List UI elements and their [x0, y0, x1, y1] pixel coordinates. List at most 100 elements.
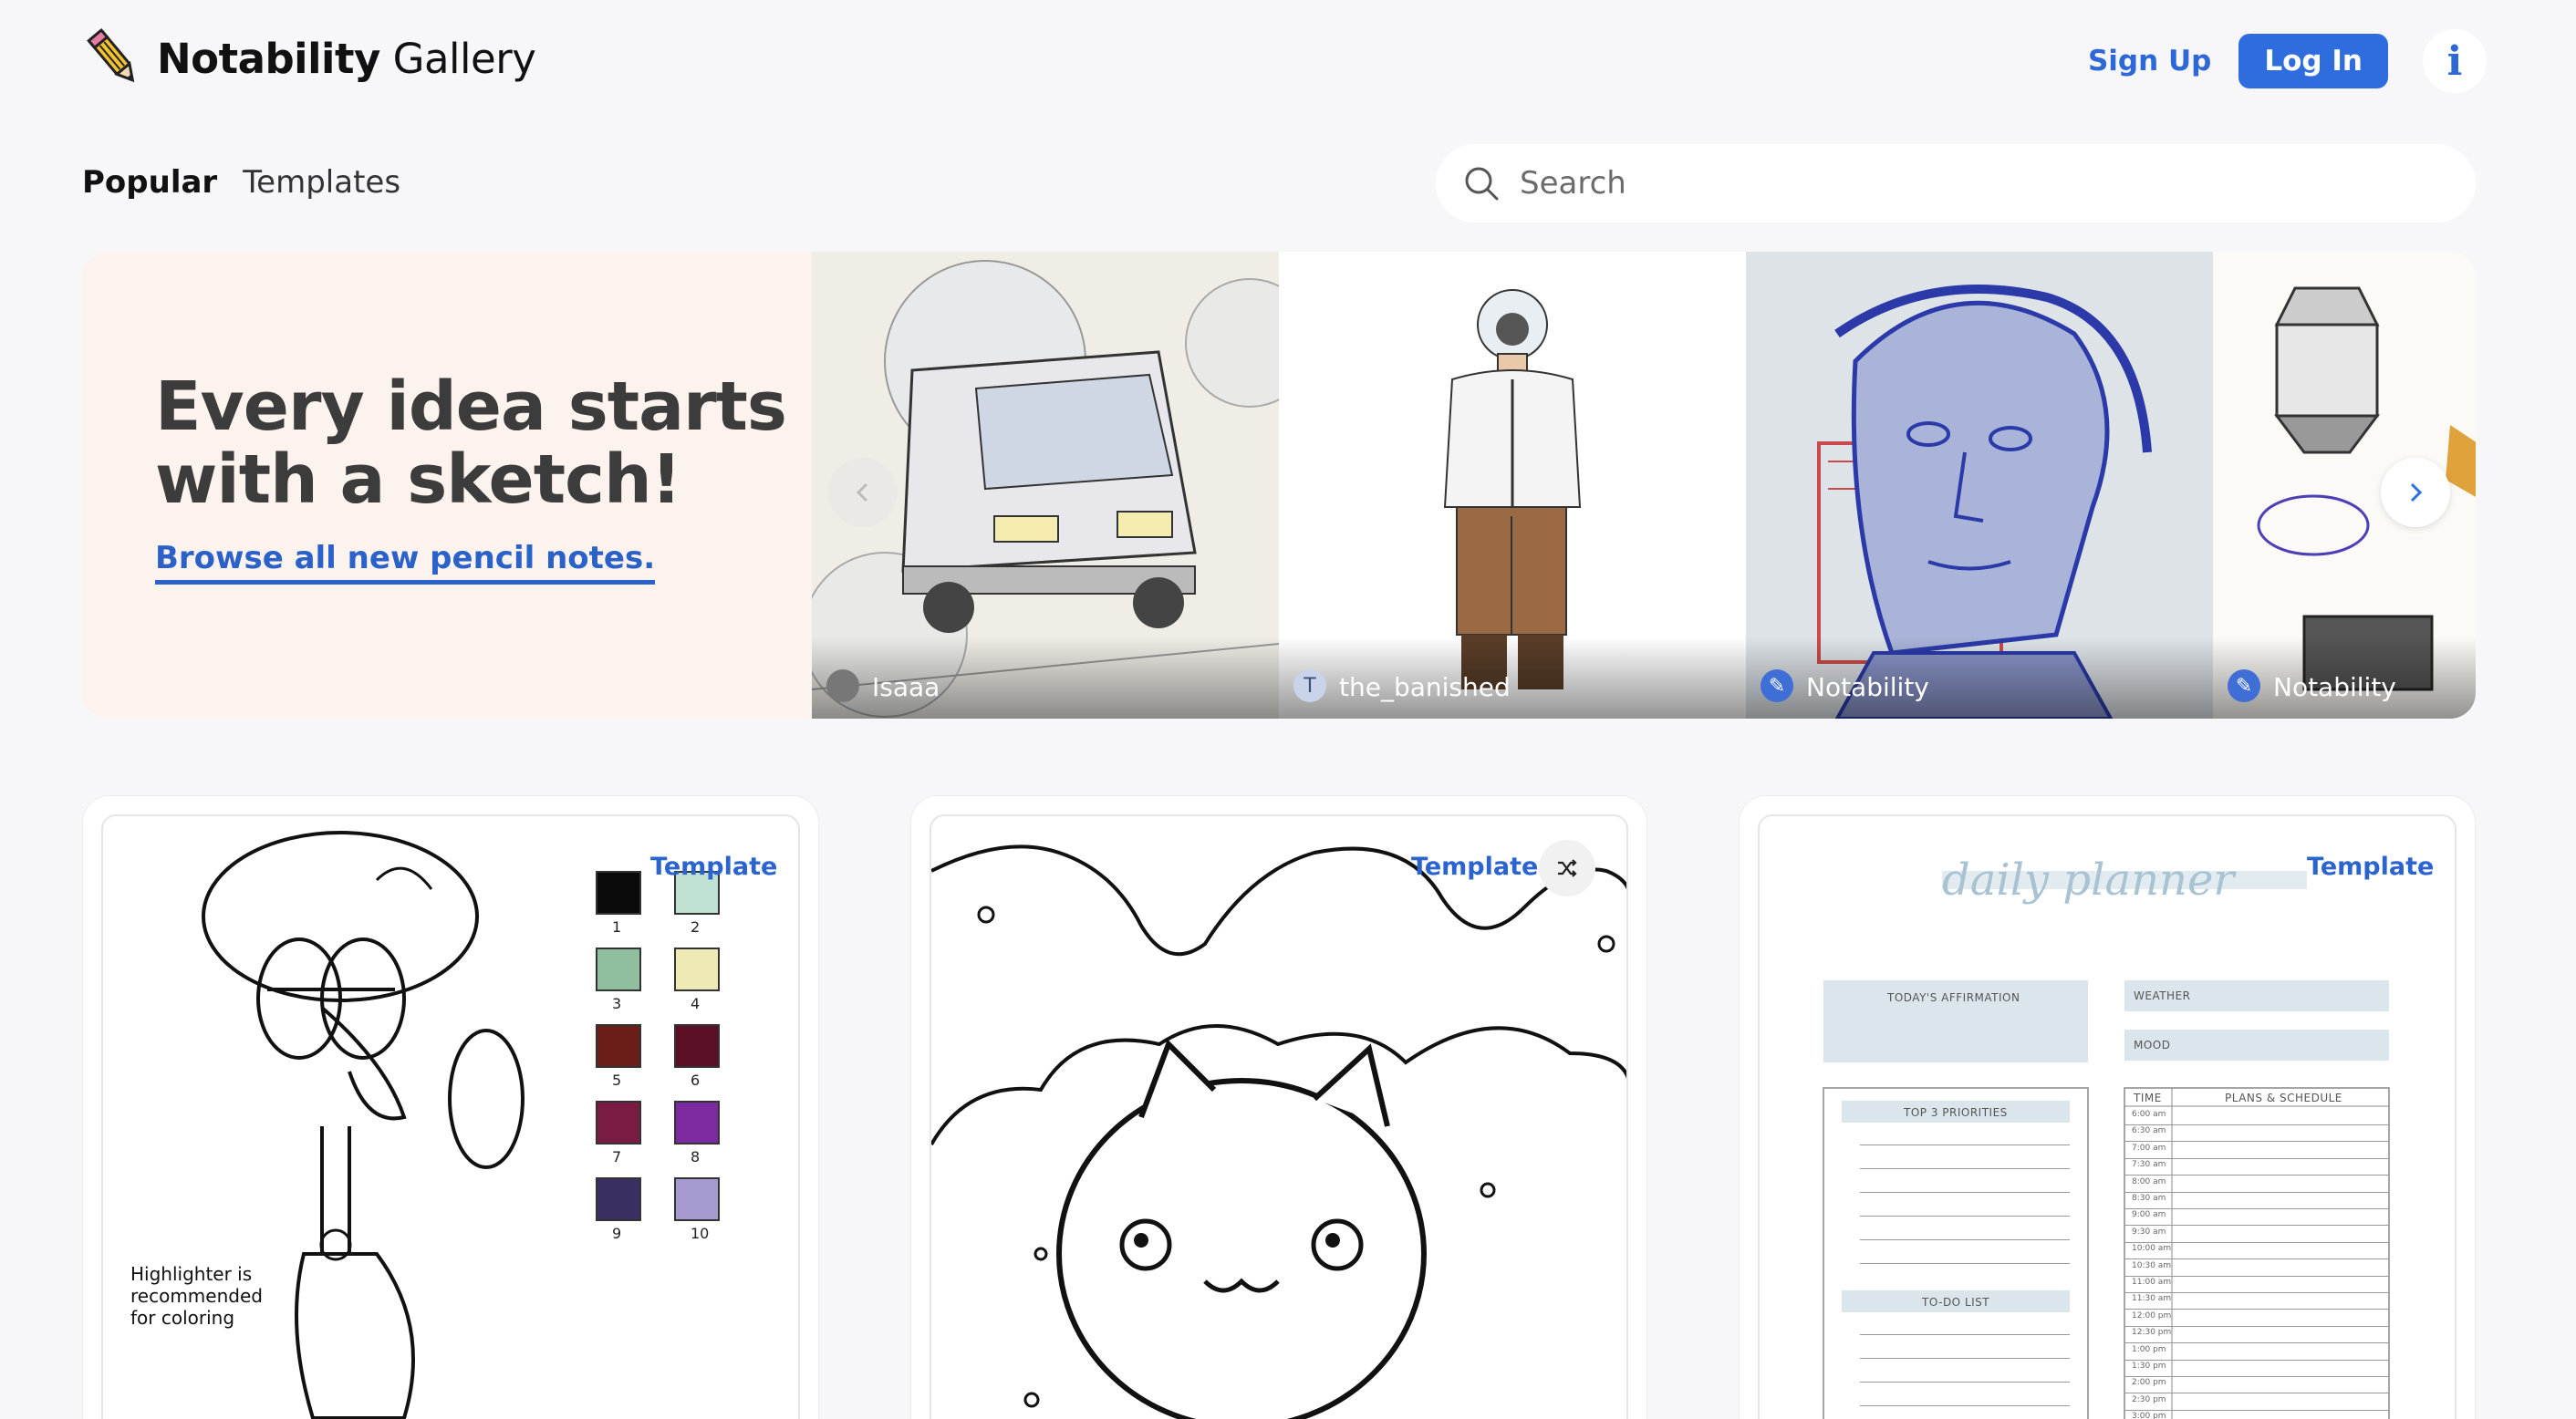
gallery-tabs: Popular Templates — [82, 164, 400, 201]
color-swatch — [674, 1101, 720, 1145]
shuffle-button[interactable] — [1539, 840, 1595, 896]
writing-line — [1860, 1239, 2070, 1240]
schedule-row-line — [2124, 1157, 2389, 1159]
todo-label: TO-DO LIST — [1922, 1296, 1990, 1309]
swatch-number: 5 — [612, 1072, 622, 1089]
template-card-kawaii-cat[interactable]: Template — [910, 795, 1647, 1419]
writing-line — [1860, 1334, 2070, 1335]
card-preview — [930, 814, 1628, 1419]
schedule-row-line — [2124, 1141, 2389, 1143]
time-slot-label: 2:30 pm — [2132, 1394, 2166, 1404]
search-icon — [1465, 167, 1499, 201]
swatch-number: 7 — [612, 1148, 622, 1165]
template-badge: Template — [650, 853, 778, 881]
app-logo[interactable]: Notability Gallery — [80, 26, 536, 91]
carousel-next-button[interactable] — [2381, 458, 2450, 527]
chevron-left-icon — [856, 482, 868, 502]
author-name: Notability — [1806, 672, 1929, 702]
slide-caption: ✎ Notability — [2213, 637, 2476, 719]
tab-templates[interactable]: Templates — [243, 164, 400, 201]
swatch-number: 3 — [612, 995, 622, 1012]
carousel-slide-fishbowl[interactable]: T the_banished — [1279, 252, 1746, 719]
affirmation-label: TODAY'S AFFIRMATION — [1887, 991, 2020, 1004]
writing-line — [1860, 1216, 2070, 1217]
color-swatch — [674, 948, 720, 991]
time-slot-label: 6:00 am — [2132, 1110, 2166, 1119]
schedule-row-line — [2124, 1376, 2389, 1377]
template-card-daily-planner[interactable]: daily planner TODAY'S AFFIRMATION WEATHE… — [1739, 795, 2476, 1419]
chevron-right-icon — [2410, 482, 2423, 502]
color-swatch — [596, 1177, 641, 1221]
writing-line — [1860, 1192, 2070, 1193]
author-name: Notability — [2273, 672, 2396, 702]
time-slot-label: 9:00 am — [2132, 1210, 2166, 1220]
shuffle-icon — [1558, 859, 1577, 877]
time-slot-label: 11:00 am — [2132, 1278, 2172, 1287]
color-swatch — [674, 1024, 720, 1068]
schedule-row-line — [2124, 1309, 2389, 1310]
header-actions: Sign Up Log In i — [2088, 29, 2487, 93]
tab-popular[interactable]: Popular — [82, 164, 217, 201]
schedule-row-line — [2124, 1409, 2389, 1411]
carousel-prev-button[interactable] — [828, 458, 898, 527]
carousel-slide-portrait[interactable]: ✎ Notability — [1746, 252, 2213, 719]
info-button[interactable]: i — [2423, 29, 2487, 93]
schedule-row-line — [2124, 1124, 2389, 1125]
schedule-row-line — [2124, 1342, 2389, 1344]
template-badge: Template — [2307, 853, 2435, 881]
writing-line — [1860, 1263, 2070, 1264]
swatch-number: 1 — [612, 918, 622, 936]
card-preview: daily planner TODAY'S AFFIRMATION WEATHE… — [1758, 814, 2457, 1419]
schedule-row-line — [2124, 1258, 2389, 1260]
plans-header: PLANS & SCHEDULE — [2225, 1092, 2342, 1104]
swatch-number: 6 — [691, 1072, 701, 1089]
search-bar[interactable] — [1436, 144, 2476, 223]
time-header: TIME — [2134, 1092, 2162, 1104]
time-slot-label: 3:00 pm — [2132, 1412, 2166, 1419]
log-in-button[interactable]: Log In — [2238, 34, 2388, 88]
time-slot-label: 9:30 am — [2132, 1227, 2166, 1237]
search-input[interactable] — [1520, 165, 2341, 202]
author-name: the_banished — [1339, 672, 1511, 702]
swatch-number: 4 — [691, 995, 701, 1012]
photo-avatar — [826, 669, 859, 702]
kawaii-cat-image — [931, 844, 1626, 1419]
template-badge: Template — [1411, 853, 1539, 881]
time-slot-label: 12:30 pm — [2132, 1328, 2172, 1338]
time-slot-label: 12:00 pm — [2132, 1310, 2172, 1321]
time-slot-label: 11:30 am — [2132, 1294, 2172, 1304]
notability-logo-icon: ✎ — [2228, 669, 2260, 702]
mood-label: MOOD — [2134, 1039, 2171, 1051]
weather-label: WEATHER — [2134, 989, 2191, 1002]
letter-avatar: T — [1293, 669, 1326, 702]
sign-up-link[interactable]: Sign Up — [2088, 45, 2211, 78]
color-swatch — [596, 948, 641, 991]
time-slot-label: 7:00 am — [2132, 1143, 2166, 1153]
schedule-row-line — [2124, 1191, 2389, 1193]
swatch-number: 8 — [691, 1148, 701, 1165]
time-slot-label: 8:00 am — [2132, 1176, 2166, 1186]
slide-caption: T the_banished — [1279, 637, 1746, 719]
browse-pencil-notes-link[interactable]: Browse all new pencil notes. — [155, 540, 656, 585]
time-slot-label: 1:30 pm — [2132, 1362, 2166, 1371]
time-slot-label: 10:30 am — [2132, 1260, 2172, 1270]
time-slot-label: 10:00 am — [2132, 1244, 2172, 1254]
time-slot-label: 1:00 pm — [2132, 1344, 2166, 1354]
schedule-row-line — [2124, 1359, 2389, 1361]
author-name: Isaaa — [872, 672, 940, 702]
time-slot-label: 8:30 am — [2132, 1194, 2166, 1203]
template-card-coloring[interactable]: Highlighter is recommended for coloring … — [82, 795, 819, 1419]
card-preview: Highlighter is recommended for coloring … — [101, 814, 800, 1419]
swatch-number: 2 — [691, 918, 701, 936]
time-slot-label: 2:00 pm — [2132, 1378, 2166, 1388]
hero-title: Every idea starts with a sketch! — [155, 368, 787, 519]
featured-carousel: Isaaa T the_banished ✎ Notability ✎ Nota… — [812, 252, 2476, 719]
color-swatch — [674, 1177, 720, 1221]
hero-text: Every idea starts with a sketch! Browse … — [155, 368, 787, 585]
swatch-number: 9 — [612, 1225, 622, 1242]
app-title: Notability Gallery — [157, 34, 536, 83]
writing-line — [1860, 1405, 2070, 1406]
color-swatch — [596, 1101, 641, 1145]
pencil-logo-icon — [87, 27, 135, 83]
schedule-row-line — [2124, 1292, 2389, 1293]
